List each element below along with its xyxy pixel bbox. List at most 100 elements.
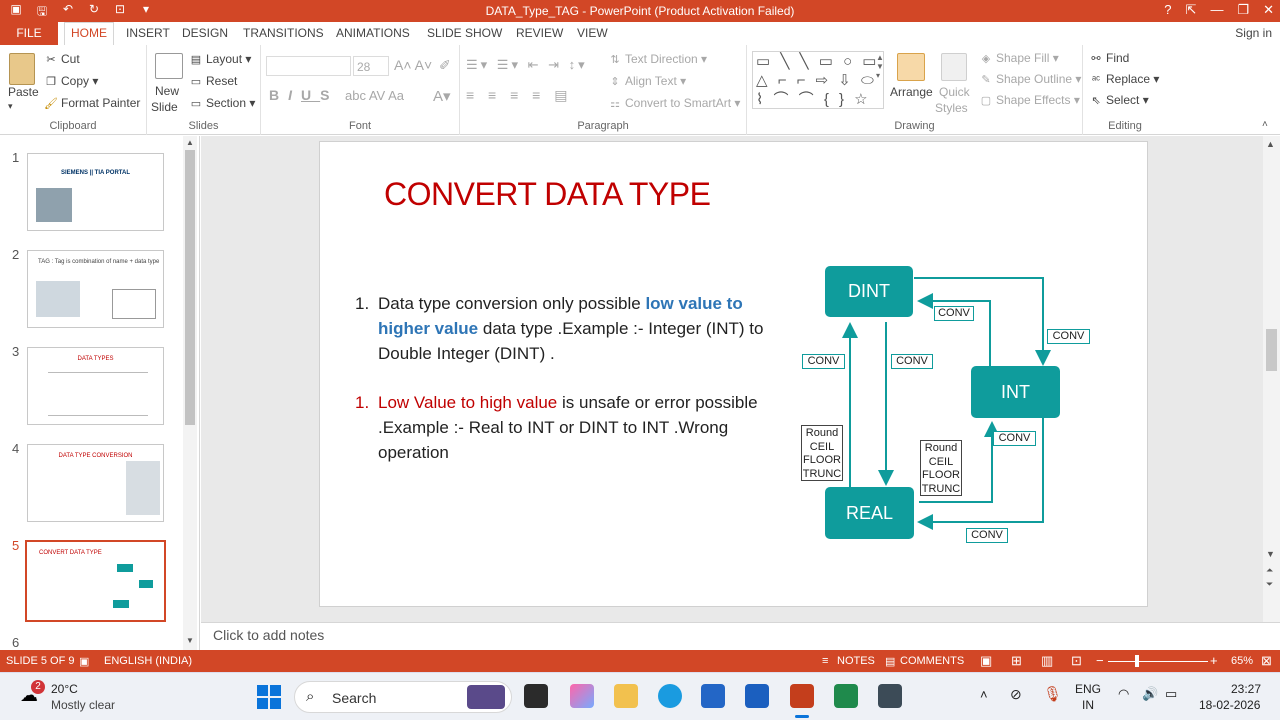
layout-button[interactable]: ▤ Layout ▾ — [189, 52, 252, 66]
font-size-box[interactable]: 28 — [353, 56, 389, 76]
font-name-box[interactable] — [266, 56, 351, 76]
quick-styles-label-1[interactable]: Quick — [939, 85, 970, 99]
previous-slide-icon[interactable]: ⏶ — [1266, 565, 1273, 576]
thumbnail-scroll-thumb[interactable] — [185, 150, 195, 425]
node-real[interactable]: REAL — [825, 487, 914, 539]
tab-file[interactable]: FILE — [0, 22, 58, 45]
font-color-icon[interactable]: A▾ — [433, 87, 451, 105]
edge-icon[interactable] — [658, 684, 682, 708]
help-button[interactable]: ? — [1164, 2, 1171, 18]
battery-icon[interactable]: ▭ — [1165, 686, 1177, 702]
format-painter-button[interactable]: 🖌 Format Painter — [44, 96, 140, 110]
scroll-down-icon[interactable]: ▼ — [186, 636, 194, 645]
ribbon-display-icon[interactable]: ⇱ — [1186, 2, 1197, 18]
language-code[interactable]: ENG — [1075, 682, 1101, 696]
close-icon[interactable]: ✕ — [1263, 2, 1274, 18]
clock-date[interactable]: 18-02-2026 — [1199, 698, 1260, 712]
reading-view-icon[interactable]: ▥ — [1041, 653, 1053, 669]
minimize-icon[interactable]: — — [1210, 2, 1223, 18]
collapse-ribbon-icon[interactable]: ˄ — [1262, 119, 1268, 130]
taskbar-search[interactable]: ⌕ Search — [294, 681, 512, 713]
comments-button[interactable]: COMMENTS — [900, 655, 964, 667]
language-region[interactable]: IN — [1082, 698, 1094, 712]
slide-thumbnail-5[interactable]: CONVERT DATA TYPE — [25, 540, 166, 622]
arrange-button[interactable]: Arrange — [890, 85, 933, 99]
zoom-slider[interactable] — [1108, 661, 1208, 662]
shape-outline-button[interactable]: ✎ Shape Outline ▾ — [979, 72, 1081, 86]
outlook-icon[interactable] — [745, 684, 769, 708]
section-button[interactable]: ▭ Section ▾ — [189, 96, 256, 110]
slide-thumbnail-1[interactable]: SIEMENS || TIA PORTAL — [27, 153, 164, 231]
notes-button[interactable]: NOTES — [837, 655, 875, 667]
arrange-icon[interactable] — [897, 53, 925, 81]
conv-label[interactable]: CONV — [993, 431, 1036, 446]
conv-label[interactable]: CONV — [891, 354, 933, 369]
scroll-up-icon[interactable]: ▲ — [1266, 139, 1275, 149]
bold-italic-underline-icon[interactable]: BIUS — [269, 87, 338, 103]
slide-thumbnail-4[interactable]: DATA TYPE CONVERSION — [27, 444, 164, 522]
quick-styles-icon[interactable] — [941, 53, 967, 81]
zoom-level[interactable]: 65% — [1231, 655, 1253, 667]
tab-review[interactable]: REVIEW — [516, 26, 563, 40]
convert-smartart-button[interactable]: ⚏ Convert to SmartArt ▾ — [608, 96, 740, 110]
replace-button[interactable]: ᵃᶜ Replace ▾ — [1089, 72, 1159, 86]
tab-slide-show[interactable]: SLIDE SHOW — [427, 26, 502, 40]
task-view-icon[interactable] — [524, 684, 548, 708]
microphone-icon[interactable]: 🎙 — [1043, 685, 1062, 703]
tab-insert[interactable]: INSERT — [126, 26, 170, 40]
slide-5[interactable]: CONVERT DATA TYPE 1. Data type conversio… — [319, 141, 1148, 607]
clock-time[interactable]: 23:27 — [1231, 682, 1261, 696]
normal-view-icon[interactable]: ▣ — [980, 653, 992, 669]
quick-styles-label-2[interactable]: Styles — [935, 101, 968, 115]
align-text-button[interactable]: ⇕ Align Text ▾ — [608, 74, 686, 88]
shape-fill-button[interactable]: ◈ Shape Fill ▾ — [979, 51, 1059, 65]
paste-icon[interactable] — [9, 53, 35, 85]
slide-sorter-icon[interactable]: ⊞ — [1011, 653, 1022, 669]
copy-button[interactable]: ❐ Copy ▾ — [44, 74, 98, 88]
conv-label[interactable]: CONV — [802, 354, 845, 369]
new-slide-label-2[interactable]: Slide — [151, 100, 178, 114]
strikethrough-spacing-case-icon[interactable]: abc AV Aa — [345, 88, 404, 103]
notes-toggle-icon[interactable]: ≡ — [822, 655, 828, 667]
notes-pane[interactable]: Click to add notes — [201, 622, 1280, 650]
cut-button[interactable]: ✂ Cut — [44, 52, 79, 66]
shape-effects-button[interactable]: ▢ Shape Effects ▾ — [979, 93, 1080, 107]
gallery-scroll-icon[interactable]: ▲ ▼ ▾ — [876, 53, 884, 80]
slide-thumbnail-2[interactable]: TAG : Tag is combination of name + data … — [27, 250, 164, 328]
rounding-functions-box[interactable]: Round CEIL FLOOR TRUNC — [920, 440, 962, 496]
slide-thumbnail-3[interactable]: DATA TYPES — [27, 347, 164, 425]
rounding-functions-box[interactable]: Round CEIL FLOOR TRUNC — [801, 425, 843, 481]
fit-slide-icon[interactable]: ⊠ — [1261, 653, 1272, 669]
slide-scroll-thumb[interactable] — [1266, 329, 1277, 371]
weather-description[interactable]: Mostly clear — [51, 698, 115, 712]
start-button[interactable] — [257, 685, 281, 709]
copilot-icon[interactable] — [570, 684, 594, 708]
tab-home[interactable]: HOME — [71, 26, 107, 40]
paste-button[interactable]: Paste — [8, 85, 39, 99]
powerpoint-taskbar-icon[interactable] — [790, 684, 814, 708]
scroll-up-icon[interactable]: ▲ — [186, 138, 194, 147]
paste-dropdown-icon[interactable]: ▾ — [8, 101, 13, 112]
new-slide-icon[interactable] — [155, 53, 183, 79]
spell-check-icon[interactable]: ▣ — [79, 655, 89, 668]
show-hidden-icons[interactable]: ˄ — [980, 687, 988, 702]
alignment-icons[interactable]: ≡ ≡ ≡ ≡ ▤ — [466, 87, 572, 104]
next-slide-icon[interactable]: ⏷ — [1266, 579, 1273, 590]
find-button[interactable]: ⚯ Find — [1089, 51, 1129, 65]
weather-temp[interactable]: 20°C — [51, 682, 78, 696]
text-direction-button[interactable]: ⇅ Text Direction ▾ — [608, 52, 707, 66]
tab-animations[interactable]: ANIMATIONS — [336, 26, 410, 40]
tia-portal-icon[interactable] — [878, 684, 902, 708]
reset-button[interactable]: ▭ Reset — [189, 74, 238, 88]
zoom-in-icon[interactable]: + — [1210, 653, 1218, 668]
restore-icon[interactable]: ❐ — [1237, 2, 1249, 18]
select-button[interactable]: ⇖ Select ▾ — [1089, 93, 1148, 107]
clear-formatting-icon[interactable]: ✐ — [439, 57, 451, 74]
zoom-out-icon[interactable]: − — [1096, 653, 1104, 668]
wifi-icon[interactable]: ◠ — [1118, 686, 1129, 702]
scroll-down-icon[interactable]: ▼ — [1266, 549, 1275, 559]
list-and-indent-icons[interactable]: ☰▾ ☰▾ ⇤ ⇥ ↕▾ — [466, 57, 588, 73]
file-explorer-icon[interactable] — [614, 684, 638, 708]
tab-transitions[interactable]: TRANSITIONS — [243, 26, 324, 40]
conv-label[interactable]: CONV — [966, 528, 1008, 543]
